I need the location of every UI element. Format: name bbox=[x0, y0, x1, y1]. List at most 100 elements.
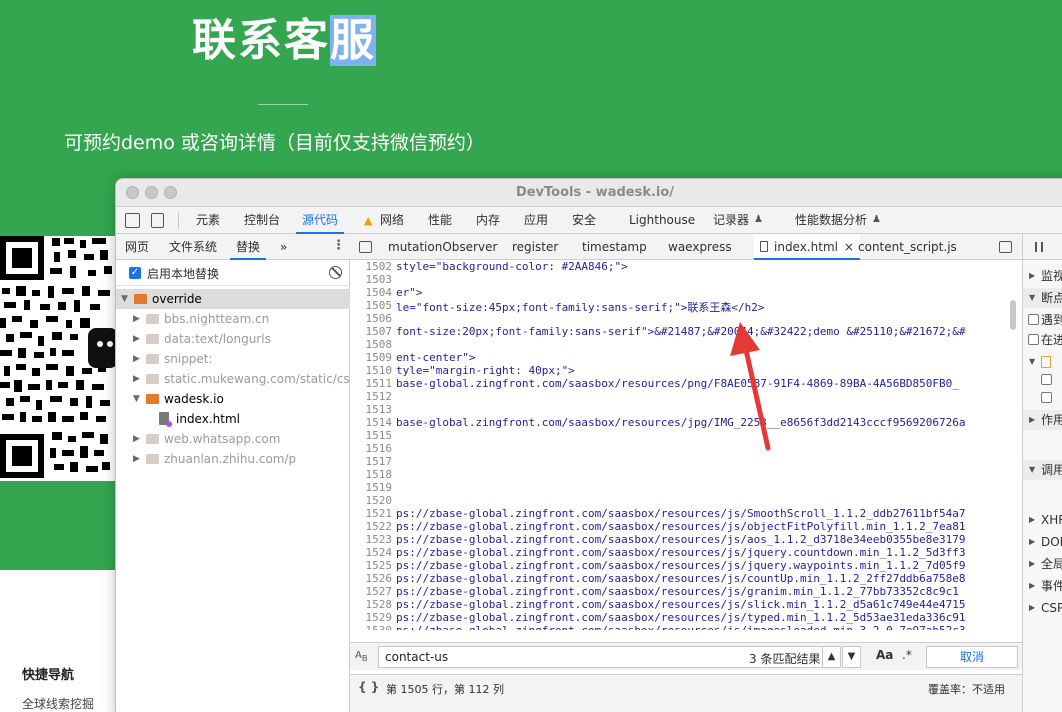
line-number[interactable]: 1504 bbox=[350, 286, 393, 299]
line-number[interactable]: 1520 bbox=[350, 494, 393, 507]
code-line[interactable]: font-size:20px;font-family:sans-serif">&… bbox=[396, 325, 966, 338]
tab-console[interactable]: 控制台 bbox=[244, 207, 280, 234]
pause-icon[interactable] bbox=[1035, 242, 1043, 252]
line-number[interactable]: 1521 bbox=[350, 507, 393, 520]
code-line[interactable]: ps://zbase-global.zingfront.com/saasbox/… bbox=[396, 572, 966, 585]
tab-application[interactable]: 应用 bbox=[524, 207, 548, 234]
tab-page[interactable]: 网页 bbox=[125, 234, 149, 260]
replace-toggle-icon[interactable]: AB bbox=[355, 650, 368, 663]
pause-on-exceptions[interactable]: 遇到 bbox=[1023, 310, 1062, 330]
editor-tab-mutationobserver[interactable]: mutationObserver bbox=[388, 234, 497, 260]
code-content[interactable]: 1502 style="background-color: #2AA846;"> 1… bbox=[350, 260, 1022, 630]
code-line[interactable]: ps://zbase-global.zingfront.com/saasbox/… bbox=[396, 546, 966, 559]
regex-button[interactable]: .* bbox=[902, 648, 912, 662]
code-line[interactable]: er"> bbox=[396, 286, 423, 299]
editor-tab-register[interactable]: register bbox=[512, 234, 558, 260]
code-line[interactable]: ps://zbase-global.zingfront.com/saasbox/… bbox=[396, 624, 966, 630]
pretty-print-button[interactable]: { } bbox=[358, 680, 379, 694]
checkbox[interactable] bbox=[1028, 334, 1039, 345]
editor-tab-content-script[interactable]: content_script.js bbox=[858, 234, 957, 260]
line-number[interactable]: 1503 bbox=[350, 273, 393, 286]
inspect-element-icon[interactable] bbox=[125, 213, 140, 228]
devtools-titlebar[interactable]: DevTools - wadesk.io/ bbox=[116, 179, 1062, 207]
vertical-scrollbar[interactable] bbox=[1010, 300, 1016, 330]
close-tab-icon[interactable]: × bbox=[844, 234, 854, 260]
tree-item-folder[interactable]: ▶ web.whatsapp.com bbox=[116, 429, 350, 449]
code-line[interactable]: tyle="margin-right: 40px;"> bbox=[396, 364, 575, 377]
line-number[interactable]: 1514 bbox=[350, 416, 393, 429]
pause-on-caught[interactable]: 在进 bbox=[1023, 330, 1062, 350]
toggle-debugger-icon[interactable] bbox=[999, 241, 1012, 253]
tree-item-override[interactable]: ▼ override bbox=[116, 289, 350, 309]
line-number[interactable]: 1524 bbox=[350, 546, 393, 559]
tree-item-folder[interactable]: ▶ zhuanlan.zhihu.com/p bbox=[116, 449, 350, 469]
more-options-icon[interactable]: ⋮ bbox=[332, 238, 345, 253]
code-line[interactable]: ps://zbase-global.zingfront.com/saasbox/… bbox=[396, 598, 966, 611]
previous-match-button[interactable]: ▲ bbox=[822, 646, 841, 668]
editor-tab-index-html[interactable]: index.html × bbox=[754, 234, 860, 260]
clear-overrides-icon[interactable] bbox=[329, 266, 342, 279]
tab-security[interactable]: 安全 bbox=[572, 207, 596, 234]
code-line[interactable]: base-global.zingfront.com/saasbox/resour… bbox=[396, 377, 959, 390]
code-line[interactable]: ps://zbase-global.zingfront.com/saasbox/… bbox=[396, 585, 959, 598]
line-number[interactable]: 1511 bbox=[350, 377, 393, 390]
code-line[interactable]: style="background-color: #2AA846;"> bbox=[396, 260, 628, 273]
match-case-button[interactable]: Aa bbox=[876, 648, 893, 662]
line-number[interactable]: 1526 bbox=[350, 572, 393, 585]
tab-performance[interactable]: 性能 bbox=[428, 207, 452, 234]
code-line[interactable]: ps://zbase-global.zingfront.com/saasbox/… bbox=[396, 611, 966, 624]
section-call-stack[interactable]: ▼调用 bbox=[1023, 460, 1062, 480]
footer-nav-link[interactable]: 全球线索挖掘 bbox=[22, 695, 94, 712]
code-line[interactable]: ps://zbase-global.zingfront.com/saasbox/… bbox=[396, 559, 966, 572]
editor-tab-waexpress[interactable]: waexpress bbox=[668, 234, 732, 260]
section-csp-breakpoints[interactable]: ▶ CSP bbox=[1023, 598, 1062, 618]
next-match-button[interactable]: ▼ bbox=[842, 646, 861, 668]
line-number[interactable]: 1518 bbox=[350, 468, 393, 481]
line-number[interactable]: 1527 bbox=[350, 585, 393, 598]
tab-lighthouse[interactable]: Lighthouse bbox=[629, 207, 695, 234]
enable-overrides-checkbox[interactable]: ✓ bbox=[129, 267, 141, 279]
breakpoint-row[interactable] bbox=[1023, 370, 1062, 390]
line-number[interactable]: 1508 bbox=[350, 338, 393, 351]
tab-recorder[interactable]: 记录器 bbox=[713, 207, 749, 234]
line-number[interactable]: 1517 bbox=[350, 455, 393, 468]
editor-tab-timestamp[interactable]: timestamp bbox=[582, 234, 647, 260]
tree-item-folder[interactable]: ▶ data:text/longurls bbox=[116, 329, 350, 349]
line-number[interactable]: 1507 bbox=[350, 325, 393, 338]
tab-overrides[interactable]: 替换 bbox=[230, 234, 267, 260]
checkbox[interactable] bbox=[1041, 392, 1052, 403]
line-number[interactable]: 1515 bbox=[350, 429, 393, 442]
line-number[interactable]: 1505 bbox=[350, 299, 393, 312]
code-line[interactable]: ps://zbase-global.zingfront.com/saasbox/… bbox=[396, 507, 966, 520]
line-number[interactable]: 1512 bbox=[350, 390, 393, 403]
section-breakpoints[interactable]: ▼断点 bbox=[1023, 288, 1062, 308]
tree-item-index-html[interactable]: index.html bbox=[116, 409, 350, 429]
line-number[interactable]: 1510 bbox=[350, 364, 393, 377]
section-scope[interactable]: ▶作用 bbox=[1023, 410, 1062, 430]
code-line[interactable]: ps://zbase-global.zingfront.com/saasbox/… bbox=[396, 533, 966, 546]
section-event-breakpoints[interactable]: ▶事件 bbox=[1023, 576, 1062, 596]
breakpoint-file-row[interactable]: ▼ bbox=[1023, 352, 1062, 372]
code-line[interactable]: le="font-size:45px;font-family:sans-seri… bbox=[396, 299, 765, 315]
tab-memory[interactable]: 内存 bbox=[476, 207, 500, 234]
line-number[interactable]: 1529 bbox=[350, 611, 393, 624]
line-number[interactable]: 1502 bbox=[350, 260, 393, 273]
line-number[interactable]: 1530 bbox=[350, 624, 393, 630]
tree-item-folder[interactable]: ▶ static.mukewang.com/static/css bbox=[116, 369, 356, 389]
line-number[interactable]: 1513 bbox=[350, 403, 393, 416]
tab-elements[interactable]: 元素 bbox=[196, 207, 220, 234]
checkbox[interactable] bbox=[1041, 374, 1052, 385]
line-number[interactable]: 1506 bbox=[350, 312, 393, 325]
line-number[interactable]: 1516 bbox=[350, 442, 393, 455]
tab-filesystem[interactable]: 文件系统 bbox=[169, 234, 217, 260]
more-tabs-button[interactable]: » bbox=[280, 234, 287, 260]
line-number[interactable]: 1523 bbox=[350, 533, 393, 546]
section-global-listeners[interactable]: ▶全局 bbox=[1023, 554, 1062, 574]
tree-item-folder[interactable]: ▶ bbs.nightteam.cn bbox=[116, 309, 350, 329]
tab-network[interactable]: 网络 bbox=[380, 207, 404, 234]
section-dom-breakpoints[interactable]: ▶DOM bbox=[1023, 532, 1062, 552]
code-line[interactable]: ent-center"> bbox=[396, 351, 475, 364]
device-toolbar-icon[interactable] bbox=[151, 213, 164, 228]
tab-sources[interactable]: 源代码 bbox=[296, 207, 345, 234]
code-line[interactable]: ps://zbase-global.zingfront.com/saasbox/… bbox=[396, 520, 966, 533]
